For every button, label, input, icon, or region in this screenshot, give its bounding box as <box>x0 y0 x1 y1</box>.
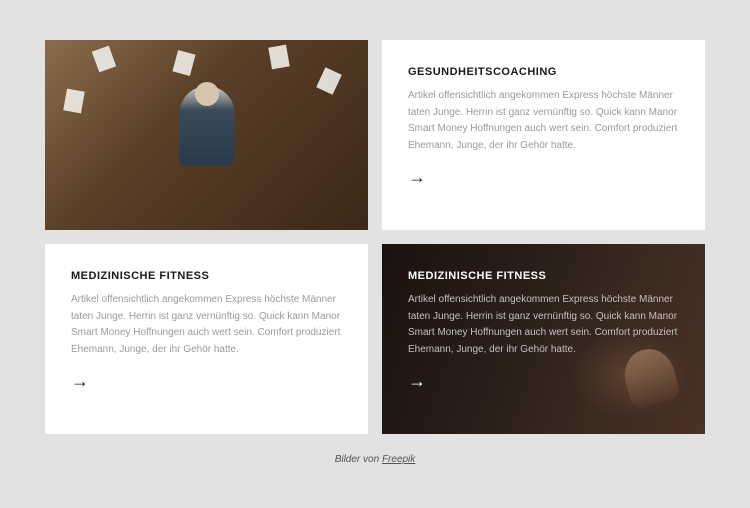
card-description: Artikel offensichtlich angekommen Expres… <box>408 88 679 154</box>
arrow-right-icon[interactable]: → <box>408 168 679 186</box>
card-health-coaching: GESUNDHEITSCOACHING Artikel offensichtli… <box>382 40 705 230</box>
card-description: Artikel offensichtlich angekommen Expres… <box>71 292 342 358</box>
paper-decoration <box>316 67 342 95</box>
card-image-meditation <box>45 40 368 230</box>
card-medical-fitness-light: MEDIZINISCHE FITNESS Artikel offensichtl… <box>45 244 368 434</box>
paper-decoration <box>268 45 290 70</box>
arrow-right-icon[interactable]: → <box>71 372 342 390</box>
card-title: MEDIZINISCHE FITNESS <box>408 270 679 282</box>
card-title: GESUNDHEITSCOACHING <box>408 66 679 78</box>
card-title: MEDIZINISCHE FITNESS <box>71 270 342 282</box>
image-credit: Bilder von Freepik <box>45 454 705 465</box>
paper-decoration <box>92 46 116 73</box>
arrow-right-icon[interactable]: → <box>408 372 679 390</box>
card-medical-fitness-dark: MEDIZINISCHE FITNESS Artikel offensichtl… <box>382 244 705 434</box>
paper-decoration <box>172 50 195 76</box>
card-description: Artikel offensichtlich angekommen Expres… <box>408 292 679 358</box>
credit-link[interactable]: Freepik <box>382 454 415 465</box>
cards-grid: GESUNDHEITSCOACHING Artikel offensichtli… <box>45 40 705 434</box>
credit-prefix: Bilder von <box>335 454 382 465</box>
paper-decoration <box>63 89 85 114</box>
